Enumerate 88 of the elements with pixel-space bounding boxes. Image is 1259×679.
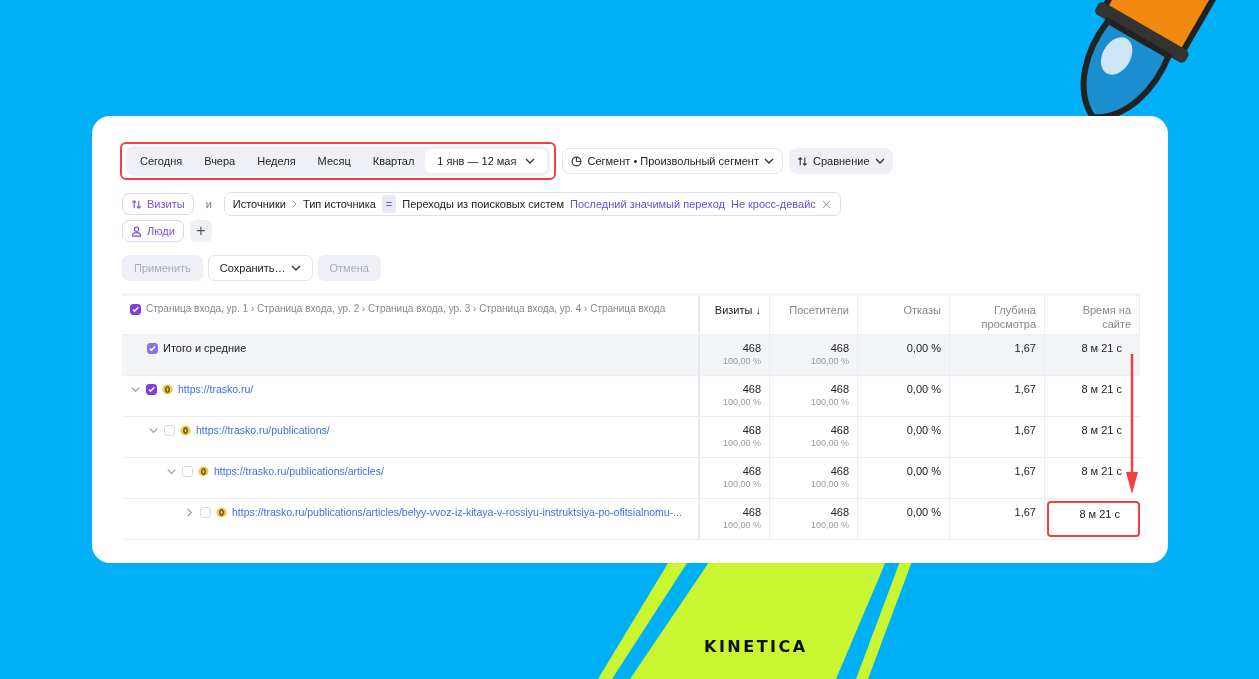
share-value: 100,00 % bbox=[722, 438, 761, 448]
bounce-value: 0,00 % bbox=[906, 383, 941, 395]
visitors-value: 468 bbox=[830, 383, 849, 395]
favicon-icon bbox=[180, 425, 191, 436]
period-tab[interactable]: Месяц bbox=[306, 149, 362, 173]
time-value: 8 м 21 с bbox=[1081, 424, 1122, 436]
visits-value: 468 bbox=[742, 342, 761, 354]
time-value: 8 м 21 с bbox=[1081, 383, 1122, 395]
filter-part: Источники bbox=[232, 198, 286, 210]
favicon-icon bbox=[216, 507, 227, 518]
caret-icon bbox=[525, 158, 536, 164]
people-chip[interactable]: Люди bbox=[122, 220, 184, 242]
share-value: 100,00 % bbox=[722, 479, 761, 489]
depth-value: 1,67 bbox=[1014, 383, 1036, 395]
share-value: 100,00 % bbox=[722, 520, 761, 530]
visitors-value: 468 bbox=[830, 424, 849, 436]
period-tab[interactable]: Неделя bbox=[246, 149, 307, 173]
period-tab[interactable]: Квартал bbox=[361, 149, 426, 173]
chevron-down-icon[interactable] bbox=[130, 384, 141, 395]
totals-label: Итого и средние bbox=[163, 342, 247, 354]
filter-value: Переходы из поисковых систем bbox=[402, 198, 564, 210]
period-tab[interactable]: Сегодня bbox=[129, 149, 194, 173]
share-value: 100,00 % bbox=[810, 397, 849, 407]
share-value: 100,00 % bbox=[722, 356, 761, 366]
bounce-value: 0,00 % bbox=[906, 424, 941, 436]
visitors-value: 468 bbox=[830, 506, 849, 518]
depth-value: 1,67 bbox=[1014, 506, 1036, 518]
visitors-value: 468 bbox=[830, 342, 849, 354]
share-value: 100,00 % bbox=[810, 479, 849, 489]
pie-icon bbox=[571, 155, 583, 167]
caret-icon bbox=[763, 158, 774, 164]
column-header[interactable]: Визиты ↓ bbox=[714, 303, 761, 317]
visits-value: 468 bbox=[742, 465, 761, 477]
share-value: 100,00 % bbox=[722, 397, 761, 407]
column-header[interactable]: Время на сайте bbox=[1061, 303, 1131, 331]
chevron-down-icon[interactable] bbox=[166, 466, 177, 477]
column-header[interactable]: Отказы bbox=[871, 303, 941, 317]
column-header[interactable]: Посетители bbox=[779, 303, 849, 317]
device-link[interactable]: Не кросс-девайс bbox=[730, 198, 816, 210]
bounce-value: 0,00 % bbox=[906, 342, 941, 354]
period-tab[interactable]: Вчера bbox=[193, 149, 247, 173]
favicon-icon bbox=[162, 384, 173, 395]
dimension-header[interactable]: Страница входа, ур. 1 › Страница входа, ур. 2 › Страница входа, ур. 3 › Страница входа, ур. 4 › Страница входа bbox=[146, 303, 666, 314]
time-value: 8 м 21 с bbox=[1081, 465, 1122, 477]
visits-value: 468 bbox=[742, 424, 761, 436]
visits-value: 468 bbox=[742, 383, 761, 395]
share-value: 100,00 % bbox=[810, 520, 849, 530]
share-value: 100,00 % bbox=[810, 356, 849, 366]
url-link[interactable]: https://trasko.ru/publications/articles/belyy-vvoz-iz-kitaya-v-rossiyu-instruktsiya-po-ofitsialnomu-... bbox=[232, 506, 682, 518]
caret-icon bbox=[874, 158, 885, 164]
chevron-icon bbox=[291, 200, 297, 208]
visits-chip[interactable]: Визиты bbox=[122, 193, 194, 215]
chevron-right-icon[interactable] bbox=[184, 507, 195, 518]
url-link[interactable]: https://trasko.ru/publications/ bbox=[196, 424, 330, 436]
filter-part: Тип источника bbox=[302, 198, 376, 210]
share-value: 100,00 % bbox=[810, 438, 849, 448]
add-button[interactable]: + bbox=[189, 220, 212, 242]
segment-button[interactable]: Сегмент • Произвольный сегмент bbox=[562, 148, 783, 174]
depth-value: 1,67 bbox=[1014, 342, 1036, 354]
checkbox[interactable] bbox=[146, 384, 157, 395]
column-header[interactable]: Глубина просмотра bbox=[966, 303, 1036, 331]
compare-button[interactable]: Сравнение bbox=[788, 148, 893, 174]
attribution-link[interactable]: Последний значимый переход bbox=[570, 198, 725, 210]
sort-arrows-icon bbox=[796, 155, 808, 167]
period-tab[interactable]: 1 янв — 12 мая bbox=[425, 149, 548, 173]
visits-value: 468 bbox=[742, 506, 761, 518]
bounce-value: 0,00 % bbox=[906, 465, 941, 477]
operator-badge: = bbox=[381, 195, 397, 213]
action-button[interactable]: Сохранить… bbox=[207, 255, 313, 281]
filter-condition[interactable]: Источники Тип источника = Переходы из поисковых систем Последний значимый переход Не кросс-девайс bbox=[223, 192, 841, 216]
bounce-value: 0,00 % bbox=[906, 506, 941, 518]
time-value: 8 м 21 с bbox=[1079, 508, 1120, 520]
depth-value: 1,67 bbox=[1014, 465, 1036, 477]
depth-value: 1,67 bbox=[1014, 424, 1036, 436]
favicon-icon bbox=[198, 466, 209, 477]
url-link[interactable]: https://trasko.ru/ bbox=[178, 383, 254, 395]
sort-arrows-icon bbox=[131, 198, 142, 210]
time-value: 8 м 21 с bbox=[1081, 342, 1122, 354]
caret-icon bbox=[290, 265, 301, 271]
visitors-value: 468 bbox=[830, 465, 849, 477]
chevron-down-icon[interactable] bbox=[148, 425, 159, 436]
checkbox[interactable] bbox=[130, 304, 141, 315]
url-link[interactable]: https://trasko.ru/publications/articles/ bbox=[214, 465, 384, 477]
close-icon[interactable] bbox=[821, 199, 831, 209]
person-icon bbox=[131, 225, 142, 237]
checkbox[interactable] bbox=[147, 343, 158, 354]
conjunction-label: и bbox=[205, 198, 212, 210]
brand-logo: KINETICA bbox=[704, 637, 808, 656]
